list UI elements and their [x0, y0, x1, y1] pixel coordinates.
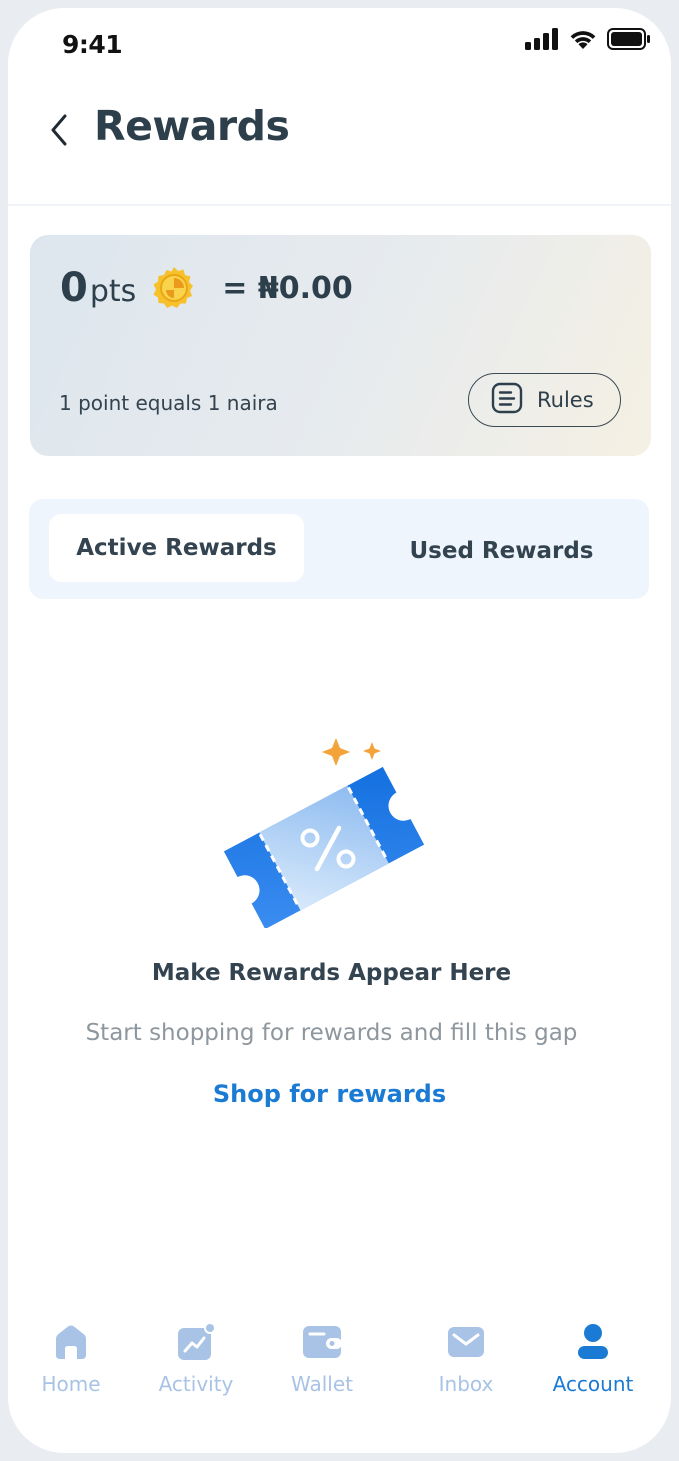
phone-screen: 9:41 Rewards 0 pts = ₦0.00 1 point equal…: [8, 8, 671, 1453]
home-icon: [51, 1322, 91, 1362]
points-conversion-note: 1 point equals 1 naira: [59, 391, 278, 415]
wallet-icon: [302, 1322, 342, 1362]
nav-label-home: Home: [41, 1372, 101, 1396]
nav-label-wallet: Wallet: [290, 1372, 353, 1396]
tab-active-rewards[interactable]: Active Rewards: [49, 514, 304, 582]
nav-item-account[interactable]: Account: [538, 1322, 648, 1396]
nav-item-home[interactable]: Home: [16, 1322, 126, 1396]
activity-icon: [176, 1322, 216, 1362]
shop-for-rewards-link[interactable]: Shop for rewards: [8, 1080, 671, 1108]
coupon-ticket-icon: [222, 726, 426, 930]
points-card: 0 pts = ₦0.00 1 point equals 1 naira Rul…: [30, 235, 651, 456]
nav-item-inbox[interactable]: Inbox: [411, 1322, 521, 1396]
tab-used-rewards[interactable]: Used Rewards: [374, 517, 629, 585]
page-title: Rewards: [94, 102, 290, 150]
points-unit: pts: [89, 273, 137, 309]
nav-label-inbox: Inbox: [438, 1372, 494, 1396]
cellular-signal-icon: [525, 28, 559, 54]
inbox-icon: [446, 1322, 486, 1362]
status-time: 9:41: [62, 30, 123, 59]
account-icon: [573, 1322, 613, 1362]
empty-state-title: Make Rewards Appear Here: [151, 960, 512, 986]
nav-label-activity: Activity: [158, 1372, 234, 1396]
empty-state-subtitle: Start shopping for rewards and fill this…: [85, 1020, 578, 1046]
header: Rewards: [8, 88, 671, 206]
nav-item-wallet[interactable]: Wallet: [267, 1322, 377, 1396]
rewards-tabs: Active Rewards Used Rewards: [29, 499, 649, 599]
wifi-icon: [568, 28, 598, 54]
back-button[interactable]: [44, 112, 74, 152]
status-icons: [525, 28, 651, 54]
bottom-nav: Home Activity Wallet Inbox Account: [8, 1308, 671, 1418]
points-balance: 0 pts = ₦0.00: [60, 265, 353, 311]
document-icon: [491, 382, 523, 418]
nav-label-account: Account: [552, 1372, 634, 1396]
nav-item-activity[interactable]: Activity: [141, 1322, 251, 1396]
points-value: 0: [60, 265, 88, 311]
rules-button[interactable]: Rules: [468, 373, 621, 427]
battery-icon: [607, 28, 651, 54]
points-naira-value: = ₦0.00: [222, 270, 353, 306]
rules-label: Rules: [537, 388, 594, 412]
coin-icon: [152, 266, 196, 310]
chevron-left-icon: [49, 113, 69, 151]
